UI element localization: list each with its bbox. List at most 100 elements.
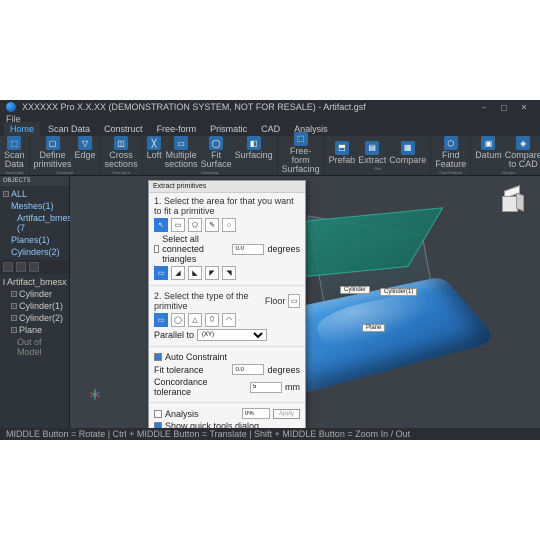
ribbon-button[interactable]: ⬒Prefab bbox=[329, 141, 356, 165]
tool-button[interactable]: ▭ bbox=[154, 313, 168, 327]
tab-home[interactable]: Home bbox=[4, 122, 40, 136]
3d-viewport[interactable]: Cylinder Cylinder(1) Plane Extract primi… bbox=[70, 176, 540, 428]
lbl-connected-triangles: Select all connected triangles bbox=[162, 234, 226, 264]
axis-triad bbox=[80, 384, 100, 404]
ribbon-group: ▢Define primitives▽EdgeConstruct bbox=[30, 136, 101, 175]
ribbon-label: Surfacing bbox=[235, 151, 273, 160]
ribbon-group-label: Free-form bbox=[112, 170, 130, 175]
ribbon-group: ▣Datum◈Compare to CADDesign bbox=[471, 136, 540, 175]
tool-button[interactable]: ◠ bbox=[222, 313, 236, 327]
minimize-button[interactable]: – bbox=[474, 103, 494, 112]
ft-cyl[interactable]: Cylinder bbox=[19, 289, 52, 299]
tool-button[interactable]: △ bbox=[188, 313, 202, 327]
ribbon-button[interactable]: ⬚Scan Data bbox=[4, 136, 25, 169]
ribbon-tabs: Home Scan Data Construct Free-form Prism… bbox=[0, 124, 540, 136]
sidebar-toolbar bbox=[0, 260, 69, 274]
chk-quick-tools[interactable] bbox=[154, 422, 162, 428]
maximize-button[interactable]: ▢ bbox=[494, 103, 514, 112]
tool-button[interactable]: ▭ bbox=[154, 266, 168, 280]
window-title: XXXXXX Pro X.X.XX (DEMONSTRATION SYSTEM,… bbox=[22, 102, 366, 112]
close-button[interactable]: ✕ bbox=[514, 103, 534, 112]
ribbon-button[interactable]: ▣Datum bbox=[475, 136, 502, 169]
tool-button[interactable]: ↖ bbox=[154, 218, 168, 232]
lbl-fit-tol: Fit tolerance bbox=[154, 365, 204, 375]
sidebar-tool-3[interactable] bbox=[29, 262, 39, 272]
tool-button[interactable]: ▭ bbox=[171, 218, 185, 232]
tool-button[interactable]: ◤ bbox=[205, 266, 219, 280]
fit-tol-unit: degrees bbox=[267, 365, 300, 375]
ribbon-group: ⬡Find FeatureFind Feature bbox=[431, 136, 471, 175]
label-cylinder1[interactable]: Cylinder(1) bbox=[380, 288, 417, 296]
tab-prismatic[interactable]: Prismatic bbox=[204, 122, 253, 136]
ribbon-button[interactable]: ⬡Find Feature bbox=[435, 136, 466, 169]
ribbon-group: ◫Cross sectionsFree-form bbox=[101, 136, 143, 175]
cross-sections-icon: ◫ bbox=[114, 136, 128, 150]
ft-artifact[interactable]: Artifact_bmesx bbox=[7, 277, 67, 287]
ribbon-group: ⬚Free-form SurfacingFree-form bbox=[278, 136, 325, 175]
ribbon-button[interactable]: ╳Loft bbox=[147, 136, 162, 169]
chk-analysis[interactable] bbox=[154, 410, 162, 418]
app-logo-icon bbox=[6, 102, 16, 112]
parallel-select[interactable]: (XY) bbox=[197, 329, 267, 341]
tree-planes[interactable]: Planes(1) bbox=[11, 235, 50, 245]
tool-button[interactable]: ◯ bbox=[171, 313, 185, 327]
tool-button[interactable]: ○ bbox=[222, 218, 236, 232]
label-plane[interactable]: Plane bbox=[362, 324, 385, 332]
prefab-icon: ⬒ bbox=[335, 141, 349, 155]
slope-tools: ▭◢◣◤◥ bbox=[154, 266, 300, 280]
ribbon-button[interactable]: ◫Cross sections bbox=[105, 136, 138, 169]
label-cylinder[interactable]: Cylinder bbox=[340, 286, 370, 294]
object-tree: ALL Meshes(1) Artifact_bmesx (7 Planes(1… bbox=[0, 186, 69, 260]
apply-button[interactable]: Apply bbox=[273, 409, 300, 419]
chk-auto-constraint[interactable] bbox=[154, 353, 162, 361]
sidebar-tool-2[interactable] bbox=[16, 262, 26, 272]
datum-icon: ▣ bbox=[481, 136, 495, 150]
ft-outofmodel[interactable]: Out of Model bbox=[17, 337, 66, 357]
floor-toggle[interactable]: ▭ bbox=[288, 294, 300, 308]
step1-label: 1. Select the area for that you want to … bbox=[154, 196, 300, 216]
ribbon-group-label: Scan Data bbox=[5, 170, 24, 175]
tree-artifact[interactable]: Artifact_bmesx (7 bbox=[17, 213, 77, 233]
tab-scan-data[interactable]: Scan Data bbox=[42, 122, 96, 136]
view-cube[interactable] bbox=[500, 188, 524, 212]
ribbon-button[interactable]: ▦Compare bbox=[389, 141, 426, 165]
tool-button[interactable]: ◢ bbox=[171, 266, 185, 280]
tab-construct[interactable]: Construct bbox=[98, 122, 149, 136]
sidebar-tool-1[interactable] bbox=[3, 262, 13, 272]
tree-meshes[interactable]: Meshes(1) bbox=[11, 201, 54, 211]
analysis-val[interactable] bbox=[242, 408, 270, 419]
ribbon-button[interactable]: ◈Compare to CAD bbox=[505, 136, 540, 169]
objects-header: OBJECTS bbox=[0, 176, 69, 186]
tool-button[interactable]: ⬠ bbox=[188, 218, 202, 232]
ribbon-button[interactable]: ◧Surfacing bbox=[235, 136, 273, 169]
tree-cylinders[interactable]: Cylinders(2) bbox=[11, 247, 60, 257]
fit-tol-input[interactable] bbox=[232, 364, 264, 375]
ribbon-button[interactable]: ▤Extract bbox=[358, 141, 386, 165]
lbl-conc-tol: Concordance tolerance bbox=[154, 377, 244, 397]
ribbon-button[interactable]: ▽Edge bbox=[75, 136, 96, 169]
tool-button[interactable]: ◥ bbox=[222, 266, 236, 280]
ribbon-label: Edge bbox=[75, 151, 96, 160]
find-feature-icon: ⬡ bbox=[444, 136, 458, 150]
free-form-surfacing-icon: ⬚ bbox=[294, 132, 308, 146]
extract-primitives-panel: Extract primitives 1. Select the area fo… bbox=[148, 180, 306, 428]
chk-connected-triangles[interactable] bbox=[154, 245, 159, 253]
step2-label: 2. Select the type of the primitive bbox=[154, 291, 259, 311]
ft-cyl1[interactable]: Cylinder(1) bbox=[19, 301, 63, 311]
tab-free-form[interactable]: Free-form bbox=[151, 122, 203, 136]
tool-button[interactable]: ◣ bbox=[188, 266, 202, 280]
ft-plane[interactable]: Plane bbox=[19, 325, 42, 335]
deg-input[interactable] bbox=[232, 244, 264, 255]
selection-tools: ↖▭⬠✎○ bbox=[154, 218, 300, 232]
ribbon-button[interactable]: ▭Multiple sections bbox=[165, 136, 198, 169]
ribbon-button[interactable]: ▢Define primitives bbox=[34, 136, 72, 169]
lbl-quick-tools: Show quick tools dialog bbox=[165, 421, 259, 428]
tree-root[interactable]: ALL bbox=[11, 189, 27, 199]
ribbon-button[interactable]: ◯Fit Surface bbox=[201, 136, 232, 169]
tool-button[interactable]: ⬯ bbox=[205, 313, 219, 327]
title-bar: XXXXXX Pro X.X.XX (DEMONSTRATION SYSTEM,… bbox=[0, 100, 540, 114]
ft-cyl2[interactable]: Cylinder(2) bbox=[19, 313, 63, 323]
conc-tol-input[interactable] bbox=[250, 382, 282, 393]
ribbon-button[interactable]: ⬚Free-form Surfacing bbox=[282, 132, 320, 174]
tool-button[interactable]: ✎ bbox=[205, 218, 219, 232]
